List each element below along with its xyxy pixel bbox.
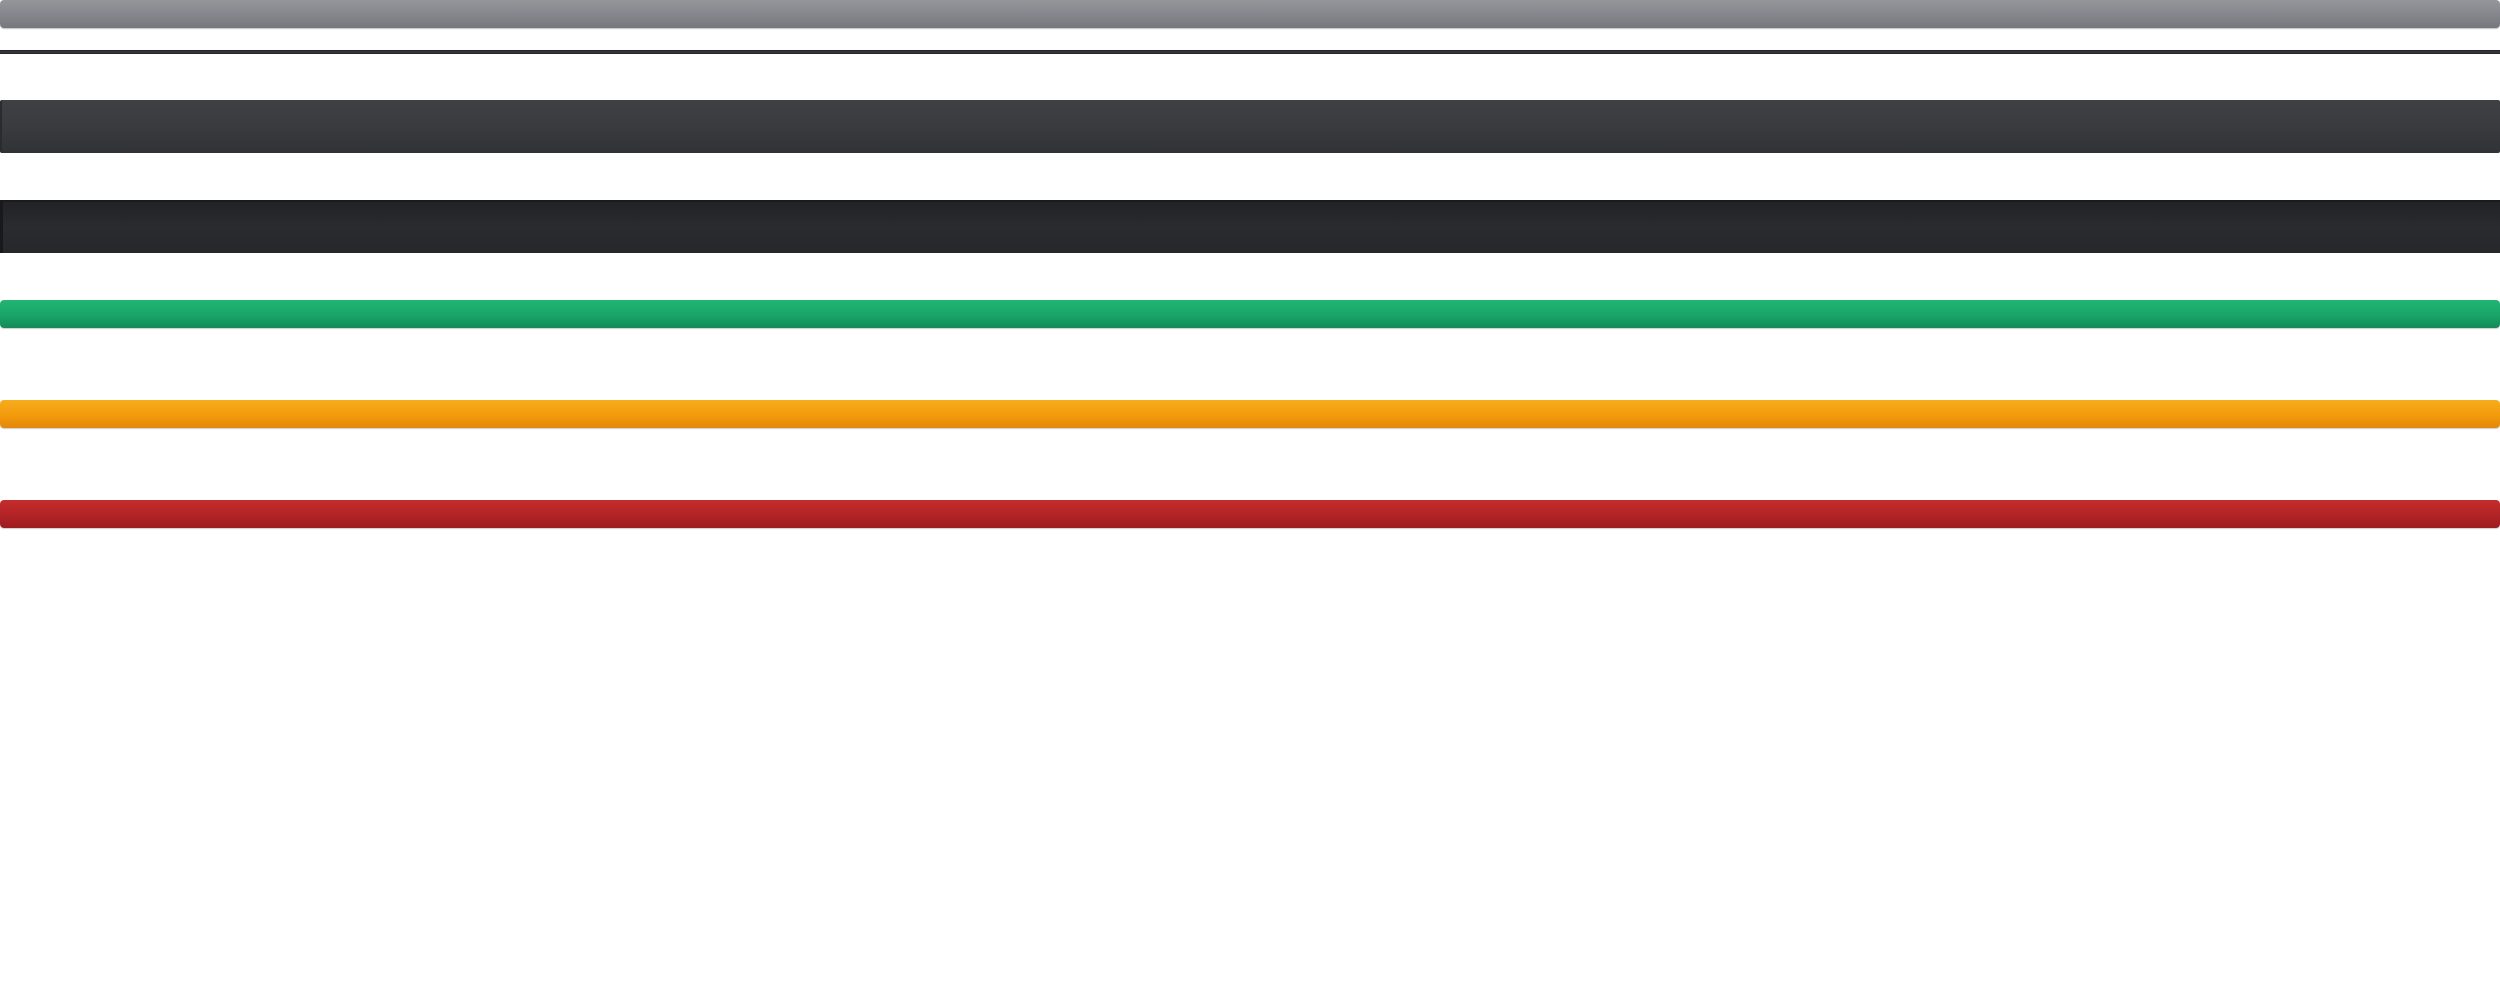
dark-gray-bar bbox=[0, 100, 2500, 153]
canvas bbox=[0, 0, 2500, 1000]
red-bar bbox=[0, 500, 2500, 528]
green-bar bbox=[0, 300, 2500, 328]
thin-dark-divider bbox=[0, 50, 2500, 54]
charcoal-bar bbox=[0, 200, 2500, 253]
orange-bar bbox=[0, 400, 2500, 428]
gray-bar bbox=[0, 0, 2500, 28]
